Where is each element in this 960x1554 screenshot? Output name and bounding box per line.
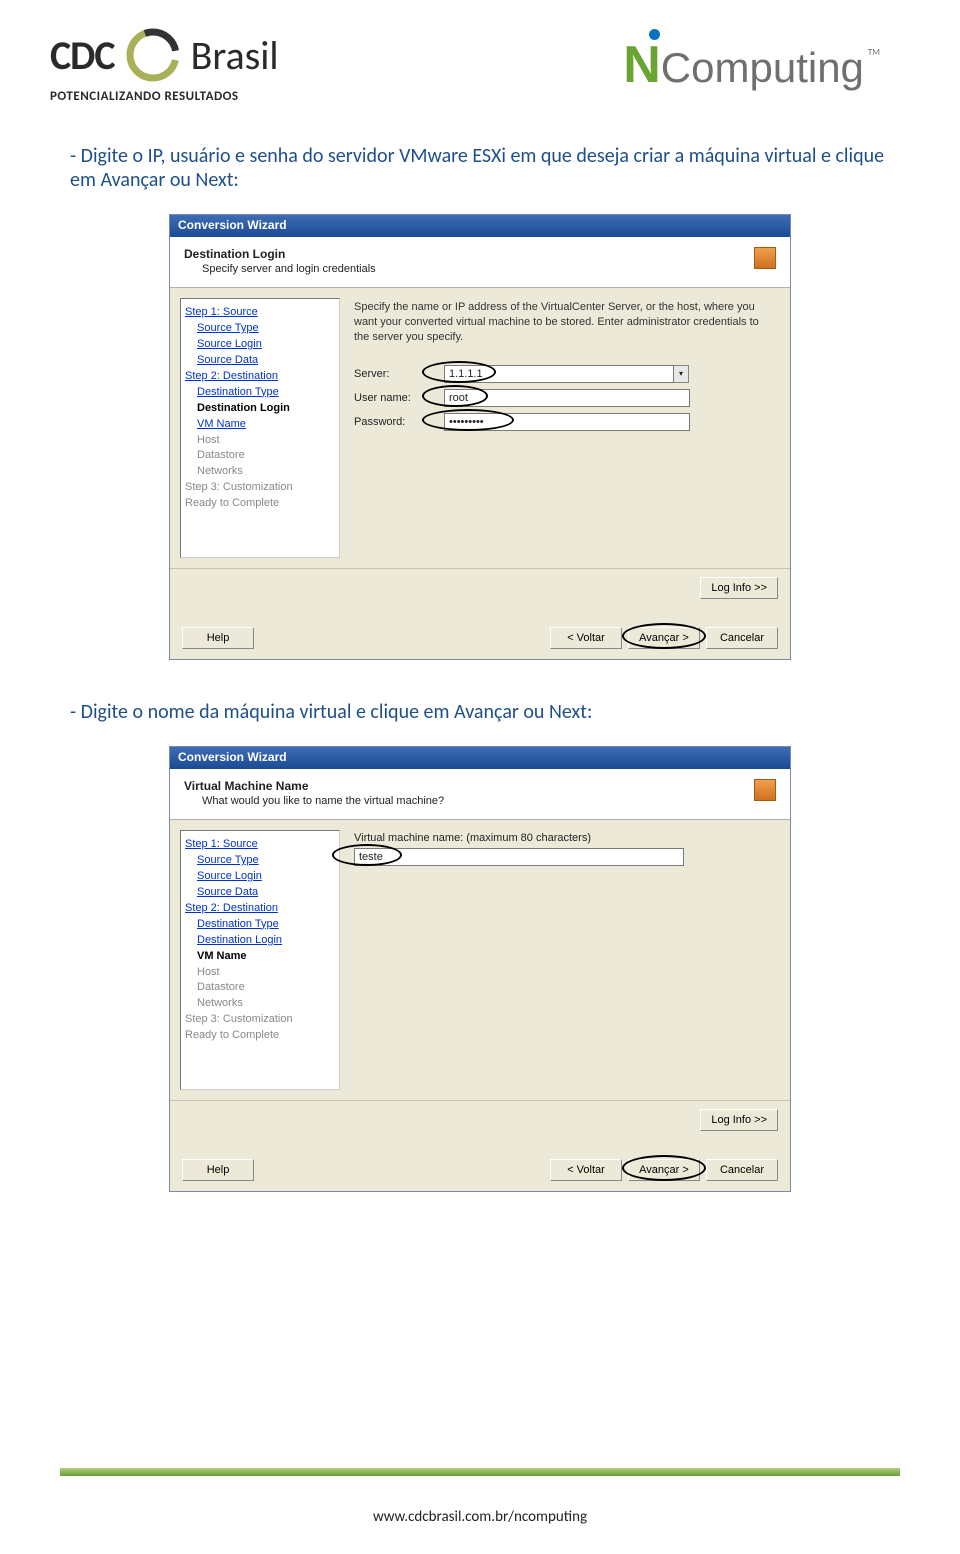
ncomp-rest: Computing xyxy=(661,44,864,92)
step-dest-type[interactable]: Destination Type xyxy=(197,385,335,401)
step-source-login[interactable]: Source Login xyxy=(197,869,335,885)
vmname-input[interactable] xyxy=(354,848,684,866)
wizard-subtitle: Specify server and login credentials xyxy=(202,263,376,275)
next-button[interactable]: Avançar > xyxy=(628,1159,700,1181)
wizard-title: Virtual Machine Name xyxy=(184,779,444,793)
step-source-type[interactable]: Source Type xyxy=(197,853,335,869)
password-label: Password: xyxy=(354,416,444,428)
wizard-description: Specify the name or IP address of the Vi… xyxy=(354,300,774,345)
wizard-title: Destination Login xyxy=(184,247,376,261)
ncomp-tm: TM xyxy=(868,47,880,58)
footer-rule xyxy=(60,1468,900,1476)
step-1-source[interactable]: Step 1: Source xyxy=(185,837,335,853)
help-button[interactable]: Help xyxy=(182,627,254,649)
ncomputing-logo: N Computing TM xyxy=(623,35,880,95)
instruction-1: - Digite o IP, usuário e senha do servid… xyxy=(70,144,890,192)
cdc-text: CDC xyxy=(50,31,115,80)
step-networks: Networks xyxy=(197,464,335,480)
step-vm-name-current: VM Name xyxy=(197,949,335,965)
step-2-destination[interactable]: Step 2: Destination xyxy=(185,901,335,917)
ncomp-n: N xyxy=(623,36,661,94)
step-source-data[interactable]: Source Data xyxy=(197,353,335,369)
instruction-2: - Digite o nome da máquina virtual e cli… xyxy=(70,700,890,724)
step-dest-login[interactable]: Destination Login xyxy=(197,933,335,949)
step-dest-login-current: Destination Login xyxy=(197,401,335,417)
step-host: Host xyxy=(197,965,335,981)
log-info-button[interactable]: Log Info >> xyxy=(700,1109,778,1131)
server-label: Server: xyxy=(354,368,444,380)
wizard-steps: Step 1: Source Source Type Source Login … xyxy=(180,298,340,558)
step-2-destination[interactable]: Step 2: Destination xyxy=(185,369,335,385)
page-header: CDC Brasil POTENCIALIZANDO RESULTADOS N … xyxy=(0,0,960,114)
step-3-custom: Step 3: Customization xyxy=(185,480,335,496)
step-1-source[interactable]: Step 1: Source xyxy=(185,305,335,321)
step-datastore: Datastore xyxy=(197,980,335,996)
vmname-label: Virtual machine name: (maximum 80 charac… xyxy=(354,832,774,844)
server-input[interactable] xyxy=(444,365,674,383)
titlebar: Conversion Wizard xyxy=(170,747,790,769)
back-button[interactable]: < Voltar xyxy=(550,627,622,649)
cdc-ring-icon xyxy=(123,25,183,85)
next-button[interactable]: Avançar > xyxy=(628,627,700,649)
step-ready: Ready to Complete xyxy=(185,496,335,512)
step-networks: Networks xyxy=(197,996,335,1012)
username-input[interactable] xyxy=(444,389,690,407)
cancel-button[interactable]: Cancelar xyxy=(706,1159,778,1181)
cdc-tagline: POTENCIALIZANDO RESULTADOS xyxy=(50,89,279,104)
wizard-dest-login: Conversion Wizard Destination Login Spec… xyxy=(169,214,791,660)
back-button[interactable]: < Voltar xyxy=(550,1159,622,1181)
wizard-icon xyxy=(754,247,776,269)
cdc-logo: CDC Brasil POTENCIALIZANDO RESULTADOS xyxy=(50,25,279,104)
cancel-button[interactable]: Cancelar xyxy=(706,627,778,649)
wizard-subtitle: What would you like to name the virtual … xyxy=(202,795,444,807)
step-host: Host xyxy=(197,433,335,449)
step-3-custom: Step 3: Customization xyxy=(185,1012,335,1028)
step-source-data[interactable]: Source Data xyxy=(197,885,335,901)
server-dropdown-button[interactable]: ▾ xyxy=(673,365,689,383)
step-dest-type[interactable]: Destination Type xyxy=(197,917,335,933)
titlebar: Conversion Wizard xyxy=(170,215,790,237)
step-ready: Ready to Complete xyxy=(185,1028,335,1044)
wizard-steps: Step 1: Source Source Type Source Login … xyxy=(180,830,340,1090)
help-button[interactable]: Help xyxy=(182,1159,254,1181)
step-datastore: Datastore xyxy=(197,448,335,464)
wizard-icon xyxy=(754,779,776,801)
page-footer-url: www.cdcbrasil.com.br/ncomputing xyxy=(0,1508,960,1526)
log-info-button[interactable]: Log Info >> xyxy=(700,577,778,599)
wizard-vm-name: Conversion Wizard Virtual Machine Name W… xyxy=(169,746,791,1192)
brasil-text: Brasil xyxy=(191,31,279,80)
user-label: User name: xyxy=(354,392,444,404)
step-vm-name[interactable]: VM Name xyxy=(197,417,335,433)
step-source-type[interactable]: Source Type xyxy=(197,321,335,337)
password-input[interactable] xyxy=(444,413,690,431)
step-source-login[interactable]: Source Login xyxy=(197,337,335,353)
